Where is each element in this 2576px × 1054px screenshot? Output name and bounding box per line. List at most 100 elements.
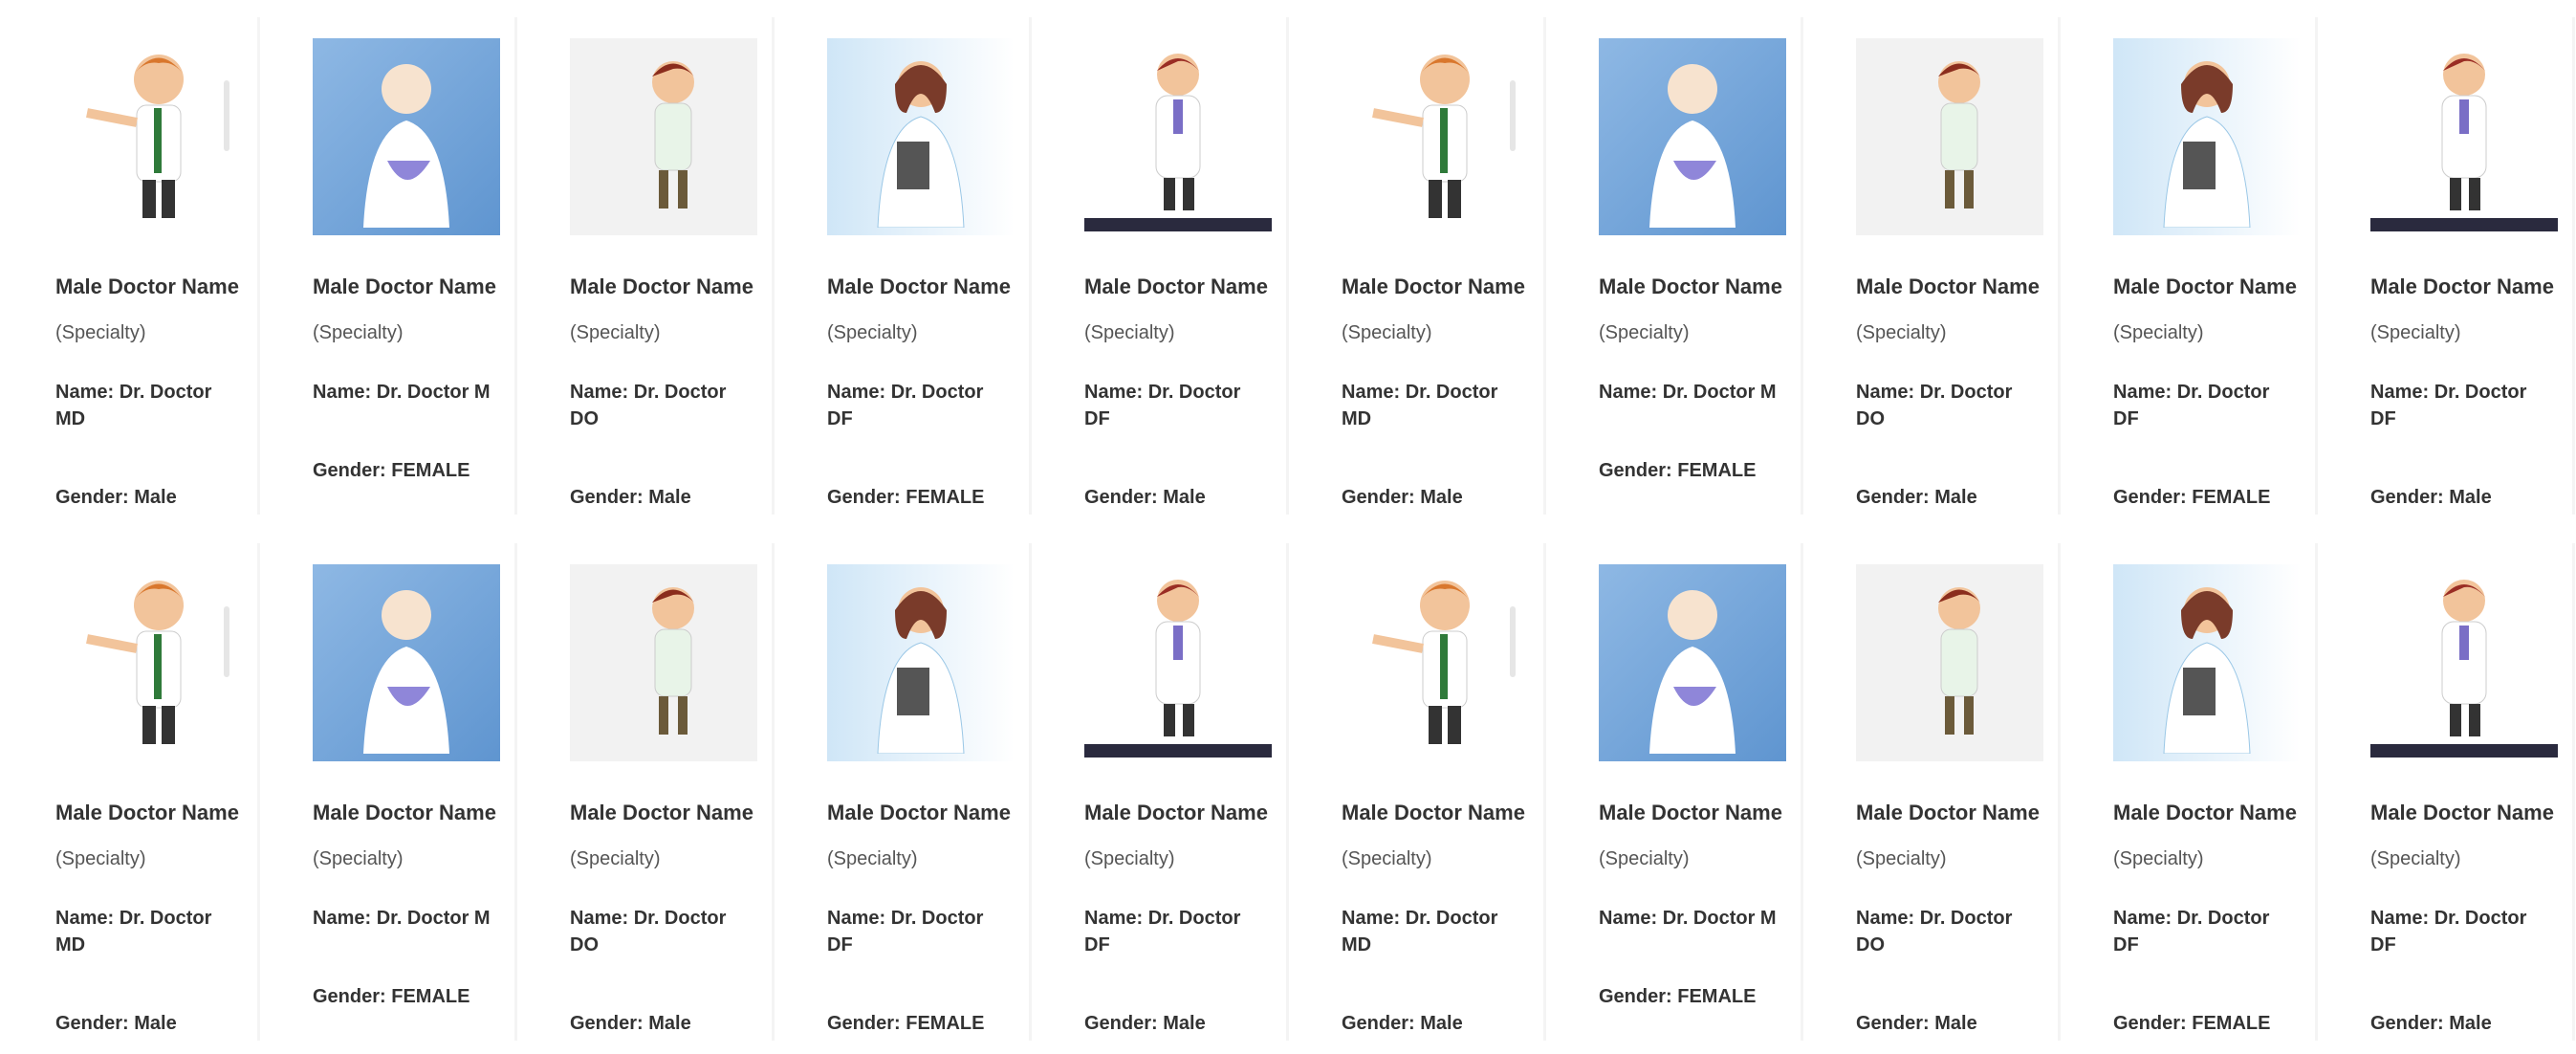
doctor-card-grid: Male Doctor Name (Specialty) Name: Dr. Doc…	[0, 0, 2576, 1054]
doctor-name[interactable]: Male Doctor Name	[1084, 274, 1268, 300]
doctor-name[interactable]: Male Doctor Name	[1599, 274, 1782, 300]
doctor-avatar-image[interactable]	[1599, 38, 1786, 235]
doctor-illustration	[325, 46, 488, 232]
doctor-name[interactable]: Male Doctor Name	[1856, 274, 2040, 300]
doctor-name[interactable]: Male Doctor Name	[55, 274, 239, 300]
doctor-gender: Gender: Male	[2370, 487, 2492, 508]
doctor-name[interactable]: Male Doctor Name	[570, 274, 753, 300]
doctor-gender: Gender: FEMALE	[2113, 1013, 2271, 1034]
doctor-card[interactable]: Male Doctor Name (Specialty) Name: Dr. Doc…	[1551, 526, 1803, 1054]
doctor-avatar-image[interactable]	[2370, 564, 2558, 761]
doctor-avatar-image[interactable]	[2113, 38, 2301, 235]
doctor-avatar-image[interactable]	[1856, 564, 2043, 761]
doctor-name[interactable]: Male Doctor Name	[570, 800, 753, 826]
doctor-name[interactable]: Male Doctor Name	[1856, 800, 2040, 826]
image-scrollbar[interactable]	[1510, 606, 1516, 677]
image-scrollbar[interactable]	[224, 80, 229, 151]
doctor-avatar-image[interactable]	[1084, 38, 1272, 235]
doctor-gender: Gender: Male	[1856, 487, 1977, 508]
doctor-name[interactable]: Male Doctor Name	[2370, 274, 2554, 300]
doctor-card[interactable]: Male Doctor Name (Specialty) Name: Dr. Doc…	[265, 526, 517, 1054]
doctor-card[interactable]: Male Doctor Name (Specialty) Name: Dr. Doc…	[8, 0, 260, 526]
doctor-registration: Name: Dr. Doctor DF	[1084, 908, 1241, 955]
doctor-gender: Gender: Male	[1856, 1013, 1977, 1034]
doctor-name[interactable]: Male Doctor Name	[2113, 800, 2297, 826]
doctor-registration: Name: Dr. Doctor MD	[1342, 382, 1498, 429]
doctor-registration: Name: Dr. Doctor M	[1599, 382, 1777, 403]
doctor-card[interactable]: Male Doctor Name (Specialty) Name: Dr. Doc…	[2323, 526, 2575, 1054]
doctor-card[interactable]: Male Doctor Name (Specialty) Name: Dr. Doc…	[1294, 526, 1546, 1054]
doctor-specialty: (Specialty)	[827, 848, 918, 869]
doctor-avatar-image[interactable]	[1856, 38, 2043, 235]
doctor-card[interactable]: Male Doctor Name (Specialty) Name: Dr. Doc…	[1808, 0, 2061, 526]
doctor-gender: Gender: FEMALE	[2113, 487, 2271, 508]
doctor-avatar-image[interactable]	[313, 564, 500, 761]
doctor-card[interactable]: Male Doctor Name (Specialty) Name: Dr. Doc…	[779, 0, 1032, 526]
doctor-name[interactable]: Male Doctor Name	[313, 274, 496, 300]
doctor-specialty: (Specialty)	[313, 848, 404, 869]
doctor-registration: Name: Dr. Doctor DO	[1856, 382, 2013, 429]
doctor-avatar-image[interactable]	[55, 564, 243, 761]
image-scrollbar[interactable]	[224, 606, 229, 677]
doctor-avatar-image[interactable]	[313, 38, 500, 235]
doctor-registration: Name: Dr. Doctor MD	[55, 382, 212, 429]
doctor-avatar-image[interactable]	[55, 38, 243, 235]
doctor-card[interactable]: Male Doctor Name (Specialty) Name: Dr. Doc…	[265, 0, 517, 526]
doctor-gender: Gender: Male	[55, 1013, 177, 1034]
doctor-registration: Name: Dr. Doctor DF	[1084, 382, 1241, 429]
doctor-illustration	[2383, 46, 2545, 232]
doctor-avatar-image[interactable]	[827, 564, 1015, 761]
doctor-specialty: (Specialty)	[1084, 848, 1175, 869]
doctor-specialty: (Specialty)	[1342, 848, 1432, 869]
floor-strip	[2370, 218, 2558, 231]
doctor-avatar-image[interactable]	[827, 38, 1015, 235]
doctor-name[interactable]: Male Doctor Name	[2113, 274, 2297, 300]
doctor-illustration	[1354, 46, 1517, 232]
doctor-avatar-image[interactable]	[2370, 38, 2558, 235]
doctor-illustration	[2383, 572, 2545, 758]
doctor-avatar-image[interactable]	[1342, 38, 1529, 235]
doctor-card[interactable]: Male Doctor Name (Specialty) Name: Dr. Doc…	[2323, 0, 2575, 526]
doctor-name[interactable]: Male Doctor Name	[827, 800, 1011, 826]
doctor-name[interactable]: Male Doctor Name	[313, 800, 496, 826]
doctor-name[interactable]: Male Doctor Name	[1342, 274, 1525, 300]
doctor-gender: Gender: Male	[570, 1013, 691, 1034]
doctor-name[interactable]: Male Doctor Name	[1342, 800, 1525, 826]
doctor-gender: Gender: Male	[1342, 487, 1463, 508]
doctor-specialty: (Specialty)	[2370, 848, 2461, 869]
doctor-avatar-image[interactable]	[2113, 564, 2301, 761]
doctor-registration: Name: Dr. Doctor DO	[1856, 908, 2013, 955]
doctor-card[interactable]: Male Doctor Name (Specialty) Name: Dr. Doc…	[1037, 0, 1289, 526]
doctor-illustration	[2126, 46, 2288, 232]
image-scrollbar[interactable]	[1510, 80, 1516, 151]
doctor-name[interactable]: Male Doctor Name	[827, 274, 1011, 300]
doctor-specialty: (Specialty)	[313, 322, 404, 343]
doctor-card[interactable]: Male Doctor Name (Specialty) Name: Dr. Doc…	[2065, 526, 2318, 1054]
doctor-avatar-image[interactable]	[570, 38, 757, 235]
doctor-card[interactable]: Male Doctor Name (Specialty) Name: Dr. Doc…	[8, 526, 260, 1054]
doctor-specialty: (Specialty)	[570, 848, 661, 869]
doctor-illustration	[68, 572, 230, 758]
doctor-card[interactable]: Male Doctor Name (Specialty) Name: Dr. Doc…	[779, 526, 1032, 1054]
doctor-card[interactable]: Male Doctor Name (Specialty) Name: Dr. Doc…	[1037, 526, 1289, 1054]
doctor-name[interactable]: Male Doctor Name	[1599, 800, 1782, 826]
doctor-name[interactable]: Male Doctor Name	[2370, 800, 2554, 826]
doctor-specialty: (Specialty)	[1856, 322, 1947, 343]
doctor-illustration	[325, 572, 488, 758]
doctor-card[interactable]: Male Doctor Name (Specialty) Name: Dr. Doc…	[1294, 0, 1546, 526]
doctor-card[interactable]: Male Doctor Name (Specialty) Name: Dr. Doc…	[522, 526, 775, 1054]
doctor-registration: Name: Dr. Doctor DF	[2370, 908, 2527, 955]
doctor-avatar-image[interactable]	[1342, 564, 1529, 761]
doctor-name[interactable]: Male Doctor Name	[55, 800, 239, 826]
doctor-registration: Name: Dr. Doctor DF	[827, 908, 984, 955]
doctor-gender: Gender: Male	[1084, 1013, 1206, 1034]
doctor-avatar-image[interactable]	[1599, 564, 1786, 761]
doctor-card[interactable]: Male Doctor Name (Specialty) Name: Dr. Doc…	[2065, 0, 2318, 526]
doctor-card[interactable]: Male Doctor Name (Specialty) Name: Dr. Doc…	[522, 0, 775, 526]
doctor-avatar-image[interactable]	[570, 564, 757, 761]
doctor-card[interactable]: Male Doctor Name (Specialty) Name: Dr. Doc…	[1551, 0, 1803, 526]
doctor-avatar-image[interactable]	[1084, 564, 1272, 761]
doctor-gender: Gender: FEMALE	[827, 487, 985, 508]
doctor-name[interactable]: Male Doctor Name	[1084, 800, 1268, 826]
doctor-card[interactable]: Male Doctor Name (Specialty) Name: Dr. Doc…	[1808, 526, 2061, 1054]
